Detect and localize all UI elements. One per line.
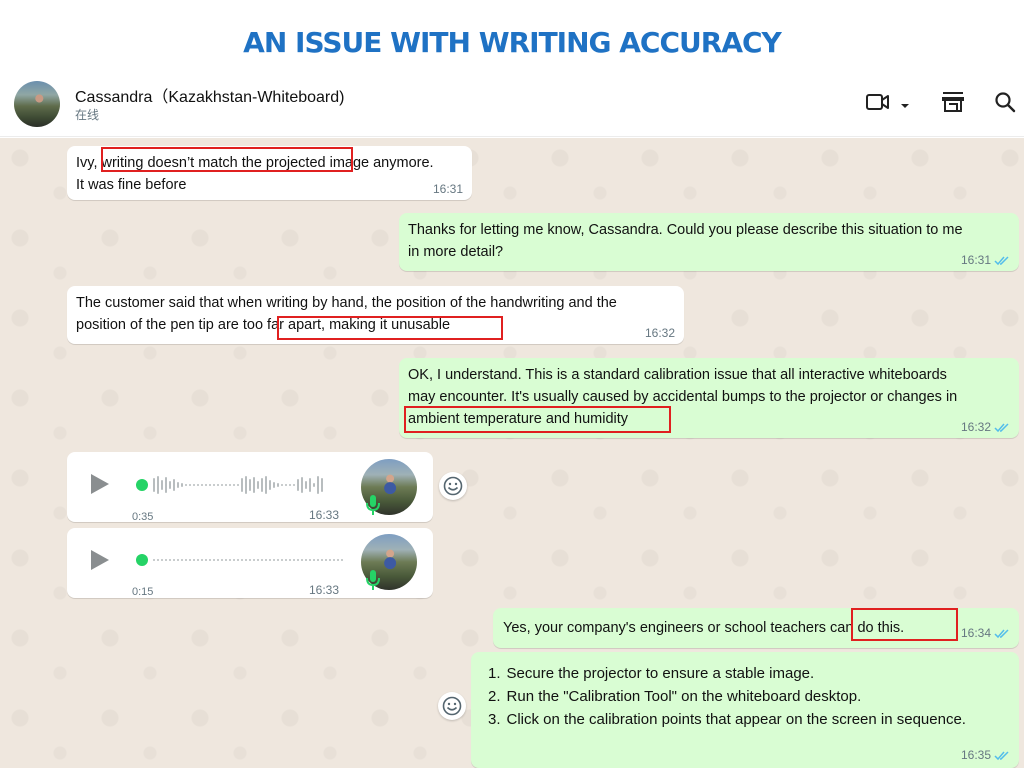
message-time: 16:35 xyxy=(961,748,1010,762)
message-text: position of the pen tip are too far apar… xyxy=(76,317,451,333)
dropdown-chevron-icon[interactable] xyxy=(900,97,910,115)
mic-icon xyxy=(366,495,380,515)
read-ticks-icon xyxy=(994,255,1009,265)
mic-icon xyxy=(366,570,380,590)
read-ticks-icon xyxy=(994,628,1009,638)
message-time: 16:33 xyxy=(309,508,340,522)
message-time: 16:31 xyxy=(432,182,463,196)
message-outgoing[interactable]: Yes, your company's engineers or school … xyxy=(493,608,1019,648)
emoji-reaction-icon[interactable] xyxy=(439,472,467,500)
play-icon[interactable] xyxy=(89,548,111,579)
message-incoming[interactable]: The customer said that when writing by h… xyxy=(67,286,684,344)
message-text: in more detail? xyxy=(408,244,504,260)
waveform[interactable] xyxy=(153,474,323,496)
message-time: 16:31 xyxy=(961,253,1010,267)
playback-position[interactable] xyxy=(136,554,148,566)
shop-icon[interactable] xyxy=(941,91,965,118)
waveform[interactable] xyxy=(153,549,343,571)
message-text: It was fine before xyxy=(76,177,187,193)
message-text: OK, I understand. This is a standard cal… xyxy=(408,367,947,383)
read-ticks-icon xyxy=(994,422,1009,432)
steps-list: 1. Secure the projector to ensure a stabl… xyxy=(488,662,1010,731)
message-time: 16:32 xyxy=(961,420,1010,434)
message-text: ambient temperature and humidity xyxy=(408,411,629,427)
chat-area[interactable]: Ivy, writing doesn’t match the projected… xyxy=(0,138,1024,768)
contact-status: 在线 xyxy=(75,108,100,122)
message-time: 16:34 xyxy=(961,626,1010,640)
voice-message[interactable]: 0:35 16:33 xyxy=(67,452,433,523)
read-ticks-icon xyxy=(994,750,1009,760)
voice-message[interactable]: 0:15 16:33 xyxy=(67,528,433,598)
list-item: 3. Click on the calibration points that a… xyxy=(488,711,966,728)
emoji-reaction-icon[interactable] xyxy=(438,692,466,720)
voice-duration: 0:35 xyxy=(132,511,154,523)
play-icon[interactable] xyxy=(89,472,111,503)
message-incoming[interactable]: Ivy, writing doesn’t match the projected… xyxy=(67,146,472,200)
video-call-icon[interactable] xyxy=(866,91,890,118)
list-item: 2. Run the "Calibration Tool" on the whit… xyxy=(488,688,862,705)
message-time: 16:32 xyxy=(644,326,675,340)
search-icon[interactable] xyxy=(994,91,1016,118)
message-text: Yes, your company's engineers or school … xyxy=(503,620,905,636)
message-time: 16:33 xyxy=(309,583,340,597)
contact-avatar[interactable] xyxy=(14,81,60,127)
message-outgoing[interactable]: OK, I understand. This is a standard cal… xyxy=(399,358,1019,438)
contact-name[interactable]: Cassandra（Kazakhstan-Whiteboard) xyxy=(75,83,344,107)
message-text: may encounter. It's usually caused by ac… xyxy=(408,389,958,405)
voice-duration: 0:15 xyxy=(132,586,154,598)
message-outgoing[interactable]: Thanks for letting me know, Cassandra. C… xyxy=(399,213,1019,271)
chat-header: Cassandra（Kazakhstan-Whiteboard) 在线 xyxy=(0,75,1024,137)
message-outgoing[interactable]: 1. Secure the projector to ensure a stabl… xyxy=(471,652,1019,768)
list-item: 1. Secure the projector to ensure a stabl… xyxy=(488,665,815,682)
message-text: Thanks for letting me know, Cassandra. C… xyxy=(408,222,963,238)
playback-position[interactable] xyxy=(136,479,148,491)
message-text: The customer said that when writing by h… xyxy=(76,295,617,311)
message-text: Ivy, writing doesn’t match the projected… xyxy=(76,155,434,171)
slide-title: AN ISSUE WITH WRITING ACCURACY xyxy=(243,26,782,59)
